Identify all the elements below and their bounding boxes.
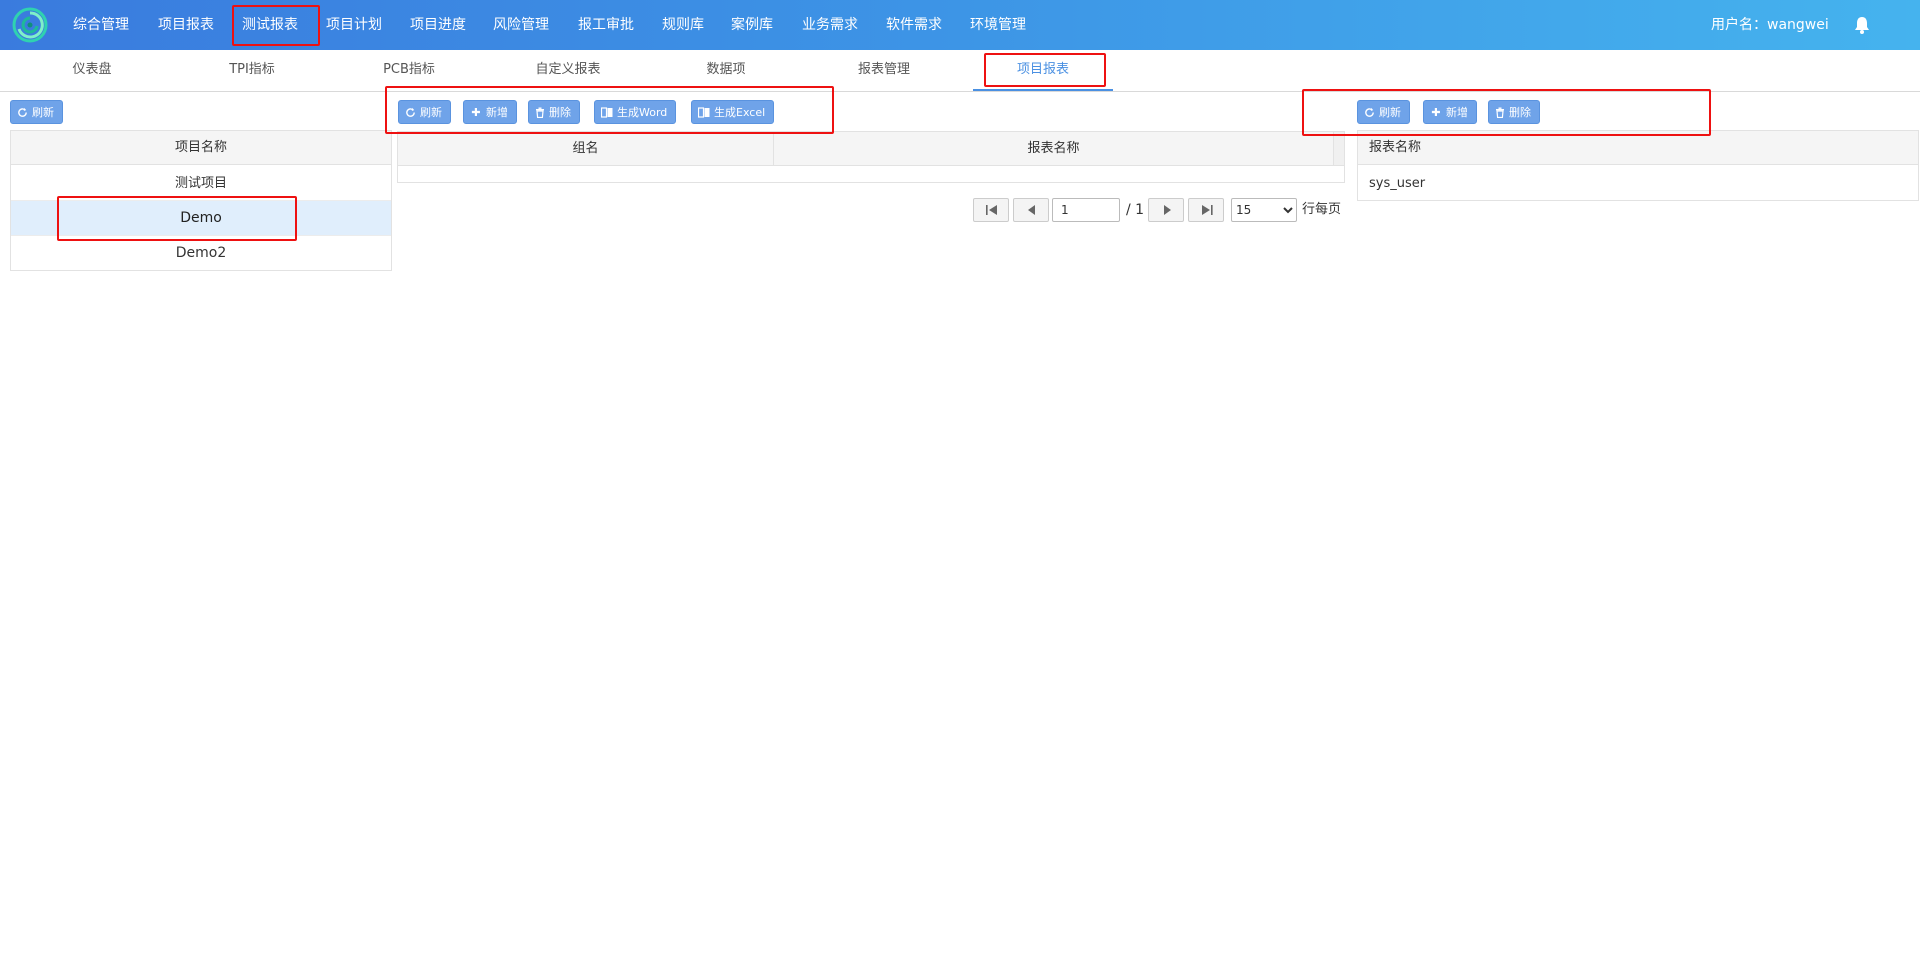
right-add-label: 新增 bbox=[1446, 106, 1468, 119]
right-refresh-button[interactable]: 刷新 bbox=[1357, 100, 1410, 124]
plus-icon: ✚ bbox=[1431, 106, 1441, 119]
refresh-icon bbox=[18, 107, 27, 117]
left-refresh-button[interactable]: 刷新 bbox=[10, 100, 63, 124]
group-name-column-header[interactable]: 组名 bbox=[398, 132, 774, 166]
refresh-icon bbox=[1365, 107, 1374, 117]
nav-item-project-progress[interactable]: 项目进度 bbox=[410, 0, 466, 50]
generate-word-label: 生成Word bbox=[617, 106, 668, 119]
middle-add-button[interactable]: ✚ 新增 bbox=[463, 100, 517, 124]
middle-refresh-button[interactable]: 刷新 bbox=[398, 100, 451, 124]
username-label: 用户名：wangwei bbox=[1711, 17, 1829, 33]
left-refresh-label: 刷新 bbox=[32, 106, 54, 119]
next-page-icon bbox=[1164, 205, 1171, 215]
middle-refresh-label: 刷新 bbox=[420, 106, 442, 119]
project-name-column-header[interactable]: 项目名称 bbox=[11, 131, 391, 165]
nav-item-project-plan[interactable]: 项目计划 bbox=[326, 0, 382, 50]
generate-excel-button[interactable]: 生成Excel bbox=[691, 100, 775, 124]
middle-delete-label: 删除 bbox=[549, 106, 571, 119]
nav-item-rule-library[interactable]: 规则库 bbox=[662, 0, 704, 50]
total-pages-label: / 1 bbox=[1126, 202, 1145, 218]
page-number-input[interactable] bbox=[1052, 198, 1120, 222]
report-name-column-header[interactable]: 报表名称 bbox=[774, 132, 1334, 166]
tab-project-report[interactable]: 项目报表 bbox=[973, 50, 1113, 91]
app-logo-icon[interactable] bbox=[12, 7, 48, 43]
plus-icon: ✚ bbox=[471, 106, 481, 119]
report-list-panel: 报表名称 sys_user bbox=[1357, 130, 1919, 201]
rows-per-page-label: 行每页 bbox=[1302, 202, 1342, 217]
table-row[interactable]: Demo bbox=[11, 201, 391, 236]
prev-page-button[interactable] bbox=[1013, 198, 1049, 222]
right-delete-button[interactable]: 删除 bbox=[1488, 100, 1540, 124]
table-row[interactable]: 测试项目 bbox=[11, 166, 391, 201]
tab-dashboard[interactable]: 仪表盘 bbox=[50, 50, 134, 91]
nav-item-work-approval[interactable]: 报工审批 bbox=[578, 0, 634, 50]
next-page-button[interactable] bbox=[1148, 198, 1184, 222]
nav-item-case-library[interactable]: 案例库 bbox=[731, 0, 773, 50]
generate-word-button[interactable]: 生成Word bbox=[594, 100, 677, 124]
nav-item-test-report[interactable]: 测试报表 bbox=[242, 0, 298, 50]
bell-icon[interactable] bbox=[1852, 15, 1872, 35]
book-icon bbox=[600, 107, 613, 118]
report-name-column-header[interactable]: 报表名称 bbox=[1358, 131, 1918, 165]
nav-item-general-management[interactable]: 综合管理 bbox=[73, 0, 129, 50]
table-row[interactable]: Demo2 bbox=[11, 236, 391, 271]
scrollbar-gutter bbox=[1334, 132, 1344, 166]
project-list-panel: 项目名称 测试项目 Demo Demo2 bbox=[10, 130, 392, 271]
right-delete-label: 删除 bbox=[1509, 106, 1531, 119]
tab-data-items[interactable]: 数据项 bbox=[684, 50, 768, 91]
nav-item-risk-management[interactable]: 风险管理 bbox=[493, 0, 549, 50]
right-add-button[interactable]: ✚ 新增 bbox=[1423, 100, 1477, 124]
trash-icon bbox=[1496, 107, 1504, 119]
report-group-table: 组名 报表名称 bbox=[397, 131, 1345, 183]
prev-page-icon bbox=[1028, 205, 1035, 215]
page-size-select[interactable]: 15 bbox=[1231, 198, 1297, 222]
nav-item-software-requirements[interactable]: 软件需求 bbox=[886, 0, 942, 50]
middle-add-label: 新增 bbox=[486, 106, 508, 119]
top-nav-bar: 综合管理 项目报表 测试报表 项目计划 项目进度 风险管理 报工审批 规则库 案… bbox=[0, 0, 1920, 50]
tab-tpi-metrics[interactable]: TPI指标 bbox=[210, 50, 294, 91]
tab-pcb-metrics[interactable]: PCB指标 bbox=[367, 50, 451, 91]
refresh-icon bbox=[406, 107, 415, 117]
middle-delete-button[interactable]: 删除 bbox=[528, 100, 580, 124]
last-page-icon bbox=[1202, 205, 1213, 215]
sub-tab-bar: 仪表盘 TPI指标 PCB指标 自定义报表 数据项 报表管理 项目报表 bbox=[0, 50, 1920, 92]
nav-item-business-requirements[interactable]: 业务需求 bbox=[802, 0, 858, 50]
first-page-button[interactable] bbox=[973, 198, 1009, 222]
book-icon bbox=[697, 107, 710, 118]
generate-excel-label: 生成Excel bbox=[714, 106, 766, 119]
nav-item-environment-management[interactable]: 环境管理 bbox=[970, 0, 1026, 50]
table-row[interactable]: sys_user bbox=[1358, 166, 1918, 201]
nav-item-project-report[interactable]: 项目报表 bbox=[158, 0, 214, 50]
right-refresh-label: 刷新 bbox=[1379, 106, 1401, 119]
tab-report-management[interactable]: 报表管理 bbox=[842, 50, 926, 91]
first-page-icon bbox=[986, 205, 997, 215]
trash-icon bbox=[536, 107, 544, 119]
tab-custom-report[interactable]: 自定义报表 bbox=[526, 50, 610, 91]
last-page-button[interactable] bbox=[1188, 198, 1224, 222]
